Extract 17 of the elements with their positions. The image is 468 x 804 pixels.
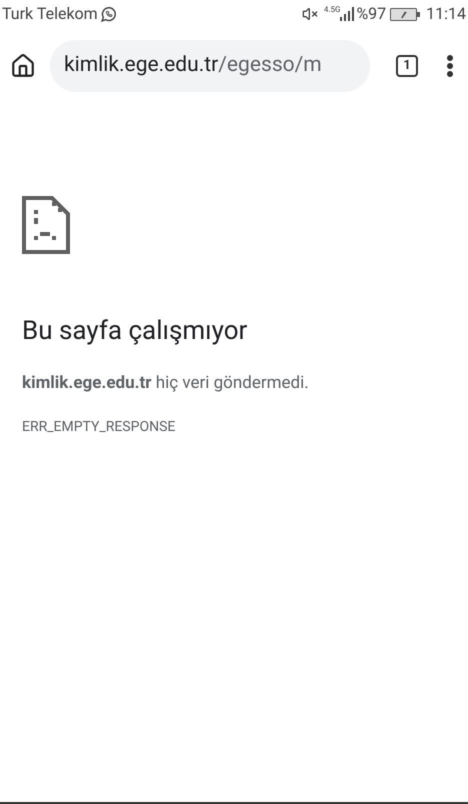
signal-icon <box>340 7 354 21</box>
sad-page-icon <box>22 196 70 254</box>
more-options-icon <box>446 54 454 78</box>
network-type: 4.5G <box>324 4 340 16</box>
battery-percent: %97 <box>356 3 386 25</box>
menu-button[interactable] <box>446 54 454 78</box>
error-code: ERR_EMPTY_RESPONSE <box>22 418 176 436</box>
battery-icon <box>390 8 420 20</box>
home-button[interactable] <box>10 53 36 79</box>
mute-icon <box>302 6 318 22</box>
error-message: kimlik.ege.edu.tr hiç veri göndermedi. <box>22 372 309 395</box>
clock-time: 11:14 <box>426 3 466 25</box>
tab-count-button[interactable]: 1 <box>396 55 418 77</box>
error-title: Bu sayfa çalışmıyor <box>22 315 248 348</box>
chat-icon <box>100 6 117 22</box>
address-bar[interactable]: kimlik.ege.edu.tr/egesso/m <box>50 40 370 92</box>
carrier-name: Turk Telekom <box>2 3 98 25</box>
